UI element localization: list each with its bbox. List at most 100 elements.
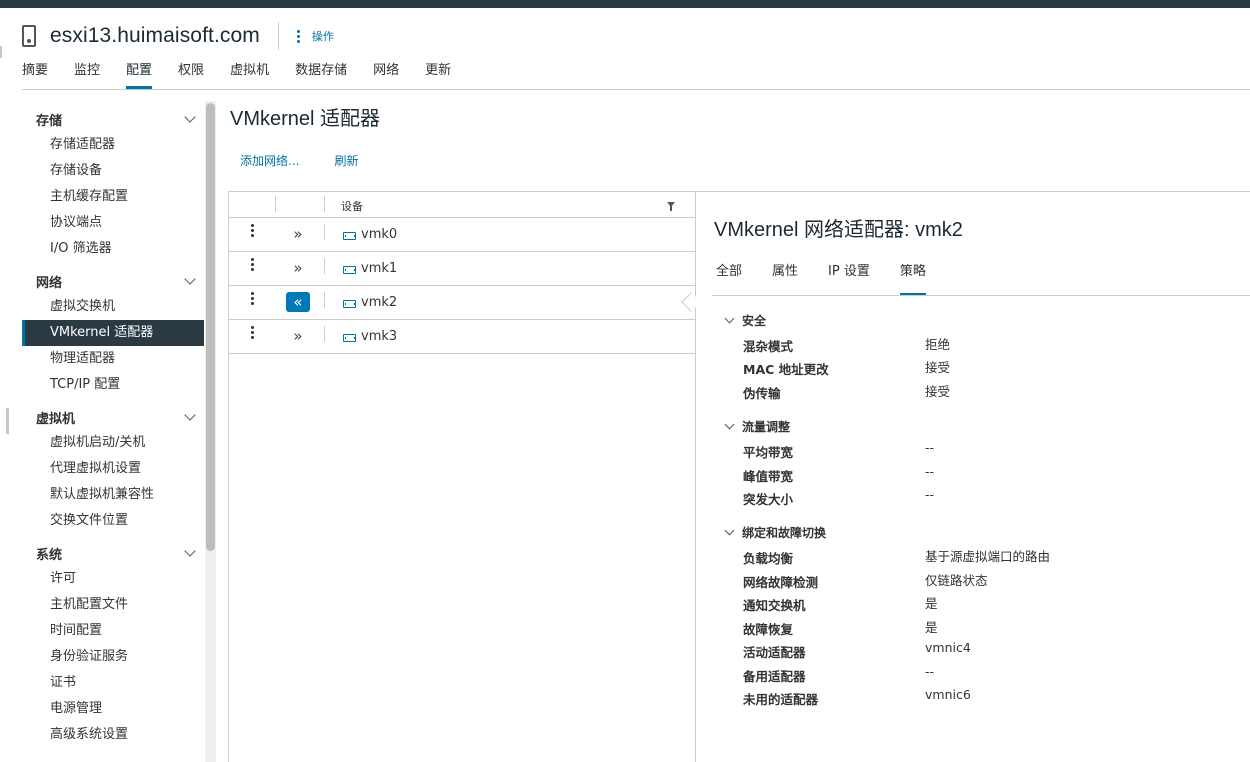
host-icon — [22, 25, 36, 47]
filter-icon[interactable] — [667, 202, 675, 211]
expand-icon[interactable]: » — [286, 326, 310, 346]
tab-configure[interactable]: 配置 — [126, 58, 153, 90]
nav-group-label: 网络 — [36, 275, 63, 291]
network-adapter-icon — [343, 266, 356, 274]
tab-summary[interactable]: 摘要 — [22, 58, 48, 90]
row-menu-icon[interactable] — [251, 325, 254, 340]
prop-label: 峰值带宽 — [743, 469, 794, 484]
actions-label: 操作 — [311, 30, 334, 43]
section-teaming-header[interactable]: 绑定和故障切换 — [724, 524, 827, 541]
nav-item-tcpip-config[interactable]: TCP/IP 配置 — [22, 372, 204, 398]
nav-item-vm-startup[interactable]: 虚拟机启动/关机 — [22, 430, 204, 456]
prop-label: 通知交换机 — [743, 598, 806, 613]
detail-tab-ip-settings[interactable]: IP 设置 — [828, 262, 870, 296]
chevron-down-icon — [184, 409, 196, 421]
host-title: esxi13.huimaisoft.com — [50, 24, 260, 47]
nav-item-virtual-switches[interactable]: 虚拟交换机 — [22, 294, 204, 320]
prop-value: 拒绝 — [925, 337, 951, 352]
detail-tab-policies[interactable]: 策略 — [899, 262, 926, 296]
nav-group-label: 系统 — [36, 547, 63, 563]
prop-value: 基于源虚拟端口的路由 — [925, 549, 1051, 564]
section-security-header[interactable]: 安全 — [724, 312, 767, 329]
nav-item-protocol-endpoints[interactable]: 协议端点 — [22, 210, 204, 236]
row-menu-icon[interactable] — [251, 223, 254, 238]
tab-networks[interactable]: 网络 — [373, 58, 399, 90]
nav-group-storage[interactable]: 存储 — [22, 106, 204, 132]
nav-group-system[interactable]: 系统 — [22, 540, 204, 566]
add-network-button[interactable]: 添加网络... — [240, 152, 299, 169]
tab-permissions[interactable]: 权限 — [178, 58, 204, 90]
table-row-selected[interactable]: « vmk2 — [229, 286, 695, 320]
expand-icon[interactable]: » — [286, 224, 310, 244]
nav-scrollbar-thumb[interactable] — [206, 103, 215, 551]
actions-button[interactable]: 操作 — [296, 28, 334, 44]
section-label: 绑定和故障切换 — [742, 526, 827, 540]
nav-item-vmkernel-adapters[interactable]: VMkernel 适配器 — [22, 320, 204, 346]
prop-value: 是 — [925, 596, 938, 611]
nav-item-physical-adapters[interactable]: 物理适配器 — [22, 346, 204, 372]
tab-datastores[interactable]: 数据存储 — [295, 58, 347, 90]
prop-label: 活动适配器 — [743, 645, 806, 660]
network-adapter-icon — [343, 300, 356, 308]
top-bar — [0, 0, 1250, 8]
nav-scrollbar[interactable] — [205, 101, 216, 762]
header-divider — [277, 22, 279, 50]
prop-value: vmnic4 — [925, 640, 971, 655]
column-header-device[interactable]: 设备 — [341, 198, 363, 214]
nav-item-vm-compat[interactable]: 默认虚拟机兼容性 — [22, 482, 204, 508]
nav-item-host-profile[interactable]: 主机配置文件 — [22, 592, 204, 618]
nav-item-io-filters[interactable]: I/O 筛选器 — [22, 236, 204, 262]
chevron-down-icon — [184, 273, 196, 285]
detail-tabs-divider — [712, 295, 1250, 296]
prop-label: 平均带宽 — [743, 445, 794, 460]
column-separator — [324, 326, 325, 342]
section-label: 安全 — [742, 314, 767, 328]
nav-item-certificate[interactable]: 证书 — [22, 670, 204, 696]
device-name: vmk0 — [361, 227, 398, 242]
column-separator — [324, 258, 325, 274]
table-row[interactable]: » vmk3 — [229, 320, 695, 354]
table-row[interactable]: » vmk1 — [229, 252, 695, 286]
nav-item-time-config[interactable]: 时间配置 — [22, 618, 204, 644]
prop-label: 负载均衡 — [743, 551, 794, 566]
more-vertical-icon — [296, 29, 300, 44]
nav-group-vm[interactable]: 虚拟机 — [22, 404, 204, 430]
detail-tab-properties[interactable]: 属性 — [772, 262, 798, 296]
tab-monitor[interactable]: 监控 — [74, 58, 100, 90]
refresh-button[interactable]: 刷新 — [334, 152, 358, 169]
nav-item-auth-services[interactable]: 身份验证服务 — [22, 644, 204, 670]
collapse-handle[interactable] — [6, 408, 9, 434]
detail-tab-all[interactable]: 全部 — [716, 262, 742, 296]
row-menu-icon[interactable] — [251, 257, 254, 272]
table-row[interactable]: » vmk0 — [229, 218, 695, 252]
prop-label: 突发大小 — [743, 492, 794, 507]
column-separator — [324, 196, 325, 212]
tab-vms[interactable]: 虚拟机 — [230, 58, 269, 90]
nav-item-power-mgmt[interactable]: 电源管理 — [22, 696, 204, 722]
tab-updates[interactable]: 更新 — [425, 58, 451, 90]
grid-header: 设备 — [229, 192, 695, 218]
nav-item-storage-adapters[interactable]: 存储适配器 — [22, 132, 204, 158]
prop-value: vmnic6 — [925, 687, 971, 702]
main-tabs: 摘要 监控 配置 权限 虚拟机 数据存储 网络 更新 — [22, 58, 477, 90]
section-traffic-shaping-header[interactable]: 流量调整 — [724, 418, 791, 435]
collapse-icon[interactable]: « — [286, 292, 310, 312]
device-name: vmk3 — [361, 329, 398, 344]
nav-item-advanced-settings[interactable]: 高级系统设置 — [22, 722, 204, 748]
detail-title: VMkernel 网络适配器: vmk2 — [714, 219, 963, 241]
section-label: 流量调整 — [742, 420, 791, 434]
nav-item-storage-devices[interactable]: 存储设备 — [22, 158, 204, 184]
row-menu-icon[interactable] — [251, 291, 254, 306]
chevron-down-icon — [724, 525, 735, 536]
nav-item-swap-location[interactable]: 交换文件位置 — [22, 508, 204, 534]
nav-group-network[interactable]: 网络 — [22, 268, 204, 294]
host-header: esxi13.huimaisoft.com 操作 — [22, 20, 334, 52]
detail-pane: VMkernel 网络适配器: vmk2 全部 属性 IP 设置 策略 安全 混… — [696, 191, 1250, 762]
nav-item-agent-vm[interactable]: 代理虚拟机设置 — [22, 456, 204, 482]
collapse-handle-top[interactable] — [0, 46, 2, 58]
expand-icon[interactable]: » — [286, 258, 310, 278]
prop-label: 备用适配器 — [743, 669, 806, 684]
nav-item-licensing[interactable]: 许可 — [22, 566, 204, 592]
nav-item-host-cache[interactable]: 主机缓存配置 — [22, 184, 204, 210]
adapters-grid: 设备 » vmk0 » vmk1 « vmk2 » vmk3 — [228, 191, 696, 762]
